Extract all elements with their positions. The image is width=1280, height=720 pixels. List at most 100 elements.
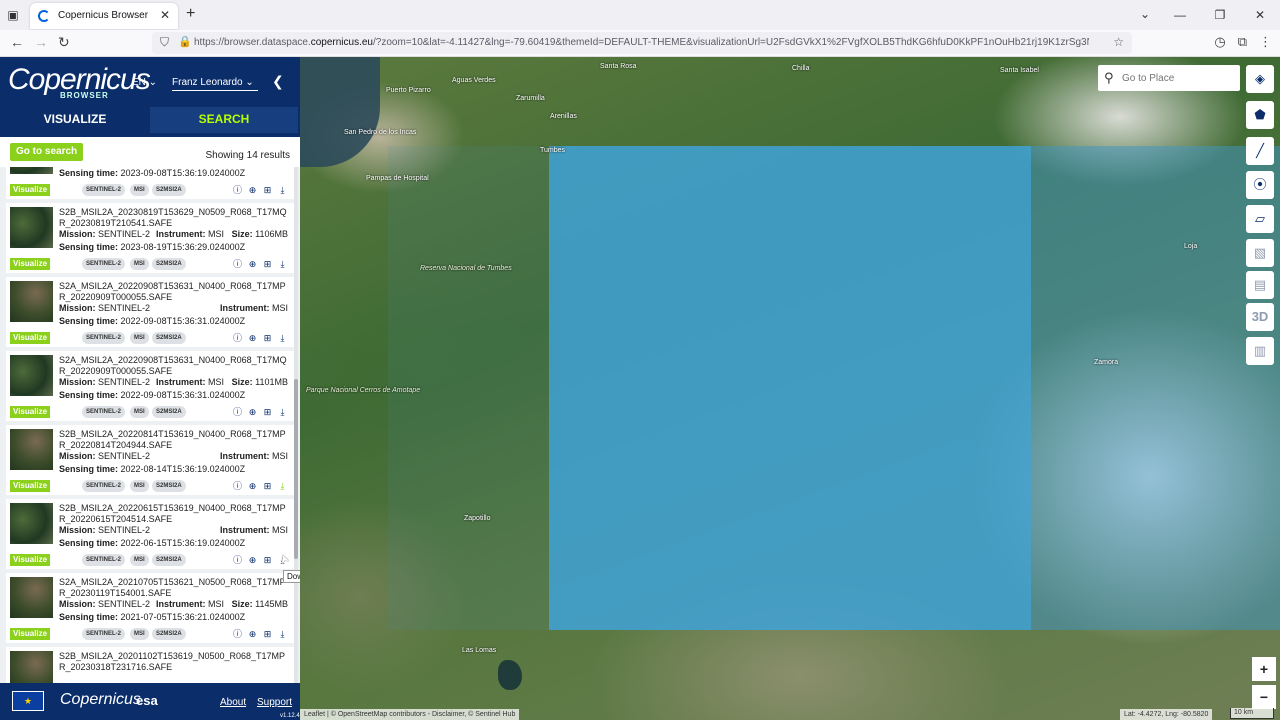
add-to-compare-icon[interactable]: ⊞ — [262, 333, 273, 344]
tab-search[interactable]: SEARCH — [150, 107, 298, 133]
add-to-compare-icon[interactable]: ⊞ — [262, 555, 273, 566]
result-thumbnail[interactable] — [10, 651, 53, 683]
new-tab-icon[interactable]: + — [186, 5, 195, 23]
download-icon[interactable]: ⤓ — [277, 629, 288, 640]
zoom-controls: + − — [1252, 657, 1276, 713]
result-thumbnail[interactable] — [10, 429, 53, 470]
info-icon[interactable]: ⓘ — [232, 407, 243, 418]
add-to-compare-icon[interactable]: ⊞ — [262, 259, 273, 270]
zoom-to-tile-icon[interactable]: ⊕ — [247, 333, 258, 344]
info-icon[interactable]: ⓘ — [232, 555, 243, 566]
history-icon[interactable]: ◷ — [1214, 34, 1225, 50]
image-download-icon[interactable]: ▧ — [1246, 239, 1274, 267]
zoom-in-button[interactable]: + — [1252, 657, 1276, 681]
map[interactable]: Santa Rosa Puerto Pizarro Aguas Verdes Z… — [300, 57, 1280, 720]
instrument-row: Instrument: MSI — [156, 229, 225, 239]
scrollbar-thumb[interactable] — [294, 379, 298, 559]
line-draw-icon[interactable]: ╱ — [1246, 137, 1274, 165]
visualize-button[interactable]: Visualize — [10, 332, 51, 344]
extensions-icon[interactable]: ⧉ — [1238, 34, 1247, 50]
go-to-place-input[interactable] — [1122, 69, 1234, 87]
result-thumbnail[interactable] — [10, 281, 53, 322]
download-icon[interactable]: ⤓ — [277, 259, 288, 270]
back-icon[interactable]: ← — [10, 34, 24, 50]
reload-icon[interactable]: ↻ — [58, 34, 70, 51]
language-select[interactable]: EN ⌄ — [132, 77, 157, 88]
visualize-button[interactable]: Visualize — [10, 184, 51, 196]
3d-view-icon[interactable]: 3D — [1246, 303, 1274, 331]
support-link[interactable]: Support — [257, 697, 292, 708]
info-icon[interactable]: ⓘ — [232, 629, 243, 640]
about-link[interactable]: About — [220, 697, 246, 708]
result-card[interactable]: S2B_MSIL2A_20201102T153619_N0500_R068_T1… — [6, 647, 294, 683]
result-thumbnail[interactable] — [10, 503, 53, 544]
search-result-footprint[interactable] — [549, 146, 1031, 630]
result-thumbnail[interactable] — [10, 355, 53, 396]
result-thumbnail[interactable] — [10, 207, 53, 248]
zoom-out-button[interactable]: − — [1252, 685, 1276, 709]
add-to-compare-icon[interactable]: ⊞ — [262, 185, 273, 196]
go-to-place-search[interactable]: ⚲ — [1098, 65, 1240, 91]
result-card[interactable]: S2A_MSIL2A_20220908T153631_N0400_R068_T1… — [6, 277, 294, 347]
visualize-button[interactable]: Visualize — [10, 406, 51, 418]
download-icon[interactable]: ⤓ — [277, 481, 288, 492]
close-window-icon[interactable]: ✕ — [1240, 0, 1280, 30]
result-card[interactable]: S2B_MSIL2A_20220814T153619_N0400_R068_T1… — [6, 425, 294, 495]
user-menu[interactable]: Franz Leonardo ⌄ — [172, 77, 258, 91]
download-icon[interactable]: ⤓ — [277, 407, 288, 418]
visualize-button[interactable]: Visualize — [10, 628, 51, 640]
tab-list-icon[interactable]: ▣ — [4, 6, 22, 24]
result-card[interactable]: Mission: SENTINEL-2Instrument: MSISize: … — [6, 167, 294, 199]
location-pin-icon[interactable]: ⦿ — [1246, 171, 1274, 199]
menu-icon[interactable]: ⋮ — [1259, 34, 1272, 50]
result-actions: ⓘ ⊕ ⊞ ⤓ — [232, 407, 288, 418]
visualize-button[interactable]: Visualize — [10, 480, 51, 492]
results-list[interactable]: Mission: SENTINEL-2 Instrument: MSI Size: … — [0, 167, 300, 683]
visualize-button[interactable]: Visualize — [10, 258, 51, 270]
sea-area — [300, 57, 380, 167]
forward-icon[interactable]: → — [34, 34, 48, 50]
add-to-compare-icon[interactable]: ⊞ — [262, 481, 273, 492]
result-thumbnail[interactable] — [10, 577, 53, 618]
add-to-compare-icon[interactable]: ⊞ — [262, 407, 273, 418]
info-icon[interactable]: ⓘ — [232, 259, 243, 270]
polygon-draw-icon[interactable]: ⬟ — [1246, 101, 1274, 129]
restore-icon[interactable]: ❐ — [1200, 0, 1240, 30]
download-icon[interactable]: ⤓ — [277, 185, 288, 196]
timelapse-icon[interactable]: ▤ — [1246, 271, 1274, 299]
layers-icon[interactable]: ◈ — [1246, 65, 1274, 93]
result-card[interactable]: S2A_MSIL2A_20220908T153631_N0400_R068_T1… — [6, 351, 294, 421]
url-text[interactable]: https://browser.dataspace.copernicus.eu/… — [194, 37, 1089, 48]
result-card[interactable]: S2B_MSIL2A_20220615T153619_N0400_R068_T1… — [6, 499, 294, 569]
zoom-to-tile-icon[interactable]: ⊕ — [247, 185, 258, 196]
zoom-to-tile-icon[interactable]: ⊕ — [247, 407, 258, 418]
result-card[interactable]: S2A_MSIL2A_20210705T153621_N0500_R068_T1… — [6, 573, 294, 643]
download-icon[interactable]: ⤓ — [277, 333, 288, 344]
measure-ruler-icon[interactable]: ▱ — [1246, 205, 1274, 233]
address-bar[interactable]: ⛉ 🔒 https://browser.dataspace.copernicus… — [152, 32, 1132, 54]
collapse-sidebar-icon[interactable]: ❮ — [272, 73, 284, 90]
chevron-down-icon[interactable]: ⌄ — [1140, 7, 1150, 21]
info-icon[interactable]: ⓘ — [232, 333, 243, 344]
add-to-compare-icon[interactable]: ⊞ — [262, 629, 273, 640]
result-card[interactable]: S2B_MSIL2A_20230819T153629_N0509_R068_T1… — [6, 203, 294, 273]
bookmark-star-icon[interactable]: ☆ — [1113, 35, 1124, 49]
browser-tab[interactable]: Copernicus Browser ✕ — [30, 3, 178, 29]
histogram-icon[interactable]: ▥ — [1246, 337, 1274, 365]
shield-icon[interactable]: ⛉ — [160, 35, 169, 50]
product-tag: S2MSI2A — [152, 332, 186, 344]
lock-icon[interactable]: 🔒 — [178, 35, 192, 48]
info-icon[interactable]: ⓘ — [232, 185, 243, 196]
size-row: Size: 1101MB — [231, 377, 288, 387]
zoom-to-tile-icon[interactable]: ⊕ — [247, 629, 258, 640]
visualize-button[interactable]: Visualize — [10, 554, 51, 566]
zoom-to-tile-icon[interactable]: ⊕ — [247, 259, 258, 270]
zoom-to-tile-icon[interactable]: ⊕ — [247, 555, 258, 566]
result-thumbnail[interactable] — [10, 167, 53, 174]
close-tab-icon[interactable]: ✕ — [160, 8, 170, 22]
info-icon[interactable]: ⓘ — [232, 481, 243, 492]
go-to-search-button[interactable]: Go to search — [10, 143, 84, 161]
tab-visualize[interactable]: VISUALIZE — [0, 107, 150, 133]
zoom-to-tile-icon[interactable]: ⊕ — [247, 481, 258, 492]
minimize-icon[interactable]: — — [1160, 0, 1200, 30]
